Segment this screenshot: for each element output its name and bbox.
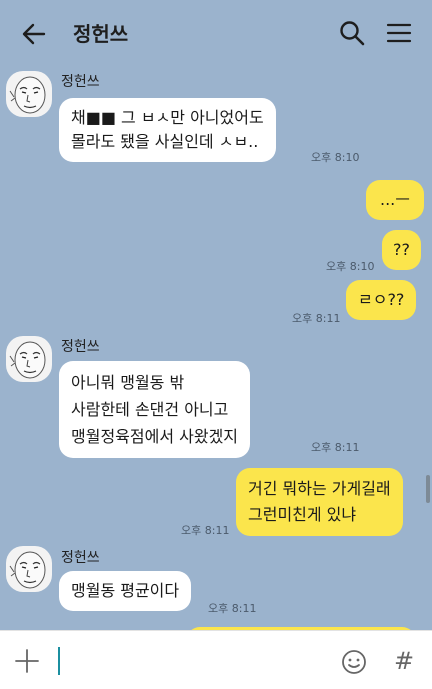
message-bubble[interactable]: 아니뭐 맹월동 밖 사람한테 손댄건 아니고 맹월정육점에서 사왔겠지 [59,361,251,458]
scrollbar-thumb[interactable] [426,475,430,503]
message-line: 채■■ 그 ㅂㅅ만 아니었어도 [71,108,264,127]
message-line: 맹월동 평균이다 [71,581,180,600]
message-line: ...ㅡ [380,190,410,209]
message-list[interactable]: 정헌쓰 채■■ 그 ㅂㅅ만 아니었어도 몰라도 됐을 사실인데 ㅅㅂ.. 오후 … [0,62,432,630]
emoji-icon[interactable] [340,648,368,676]
message-line: 맹월정육점에서 사왔겠지 [71,427,239,446]
message-time: 오후 8:10 [311,151,360,164]
hamburger-menu-icon[interactable] [385,19,413,47]
message-input-bar: # [0,630,432,689]
message-bubble[interactable]: ?? [382,230,421,270]
message-line: 아니뭐 맹월동 밖 [71,373,185,392]
text-caret [58,647,60,675]
message-line: 거긴 뭐하는 가게길래 [248,479,391,498]
avatar[interactable] [6,71,52,117]
message-line: ㄹㅇ?? [358,290,405,309]
arrow-left-icon[interactable] [20,20,48,48]
message-bubble[interactable]: ...ㅡ [366,180,424,220]
message-line: 그런미친게 있냐 [248,505,357,524]
message-bubble[interactable]: ㄹㅇ?? [346,280,417,320]
message-time: 오후 8:11 [311,441,360,454]
message-time: 오후 8:10 [326,260,375,273]
sender-name: 정헌쓰 [61,550,100,566]
sender-name: 정헌쓰 [61,74,100,90]
message-time: 오후 8:11 [181,524,230,537]
message-line: ?? [393,240,410,259]
message-bubble[interactable]: 맹월동 평균이다 [59,571,192,611]
message-time: 오후 8:11 [208,602,257,615]
message-bubble[interactable]: 채■■ 그 ㅂㅅ만 아니었어도 몰라도 됐을 사실인데 ㅅㅂ.. [59,98,276,162]
hash-icon[interactable]: # [390,646,418,676]
message-line: 사람한테 손댄건 아니고 [71,400,229,419]
chat-title: 정헌쓰 [73,22,129,46]
message-bubble[interactable]: 거긴 뭐하는 가게길래 그런미친게 있냐 [236,468,403,536]
avatar[interactable] [6,336,52,382]
message-line: 몰라도 됐을 사실인데 ㅅㅂ.. [71,132,259,151]
avatar[interactable] [6,546,52,592]
message-time: 오후 8:11 [292,312,341,325]
search-icon[interactable] [338,19,366,47]
plus-icon[interactable] [14,648,40,674]
chat-header: 정헌쓰 [0,0,432,62]
message-input[interactable] [56,645,326,677]
sender-name: 정헌쓰 [61,339,100,355]
